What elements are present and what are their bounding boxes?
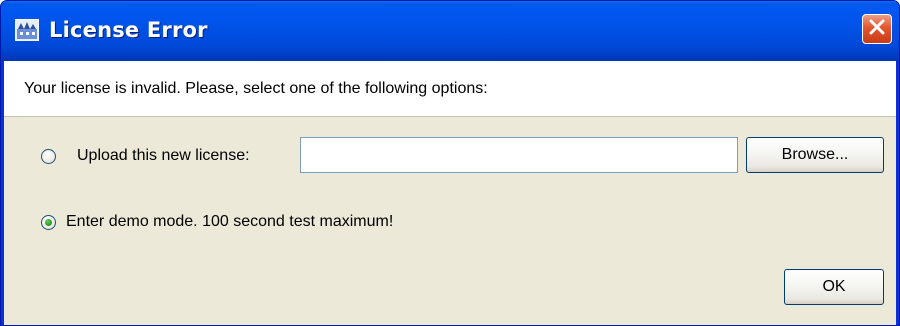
demo-mode-label[interactable]: Enter demo mode. 100 second test maximum… xyxy=(66,213,393,231)
ok-button[interactable]: OK xyxy=(784,269,884,305)
title-bar[interactable]: License Error xyxy=(1,1,899,61)
message-panel: Your license is invalid. Please, select … xyxy=(4,61,896,117)
close-button[interactable] xyxy=(862,14,892,44)
radio-selected-dot xyxy=(45,219,52,226)
dialog-content: Your license is invalid. Please, select … xyxy=(4,61,896,325)
demo-mode-radio[interactable] xyxy=(41,215,56,230)
window-title: License Error xyxy=(49,18,208,42)
ok-button-label: OK xyxy=(822,278,846,295)
upload-license-radio[interactable] xyxy=(41,149,56,164)
upload-license-label[interactable]: Upload this new license: xyxy=(77,147,250,165)
app-icon xyxy=(14,18,40,42)
browse-button-label: Browse... xyxy=(781,146,849,163)
browse-button[interactable]: Browse... xyxy=(746,137,884,173)
error-message: Your license is invalid. Please, select … xyxy=(24,80,488,97)
license-path-input[interactable] xyxy=(300,137,738,173)
close-icon xyxy=(869,19,885,40)
license-error-dialog: License Error Your license is invalid. P… xyxy=(0,0,900,326)
